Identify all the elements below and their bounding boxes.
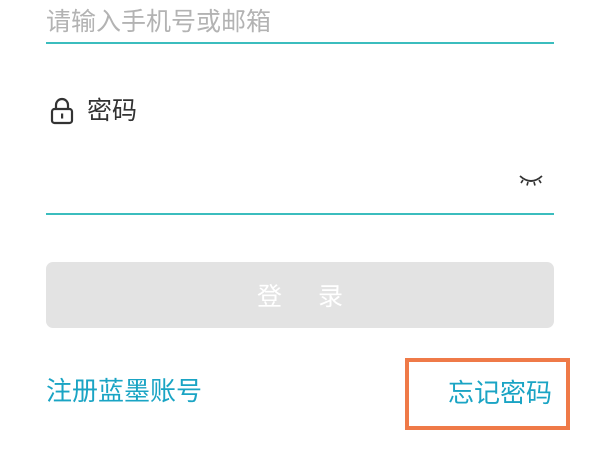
register-account-link[interactable]: 注册蓝墨账号 <box>46 374 202 410</box>
password-input[interactable] <box>46 145 506 213</box>
password-field <box>46 145 554 215</box>
forgot-password-label: 忘记密码 <box>447 379 552 409</box>
forgot-password-link[interactable]: 忘记密码 <box>405 358 570 430</box>
account-input[interactable] <box>46 0 554 44</box>
password-label-row: 密码 <box>50 93 137 129</box>
login-button[interactable]: 登 录 <box>46 262 554 328</box>
eye-closed-icon[interactable] <box>518 172 544 188</box>
login-screen: 密码 登 录 注册蓝墨账号 忘记密码 <box>0 0 600 450</box>
lock-icon <box>50 97 74 125</box>
password-label: 密码 <box>87 96 138 125</box>
